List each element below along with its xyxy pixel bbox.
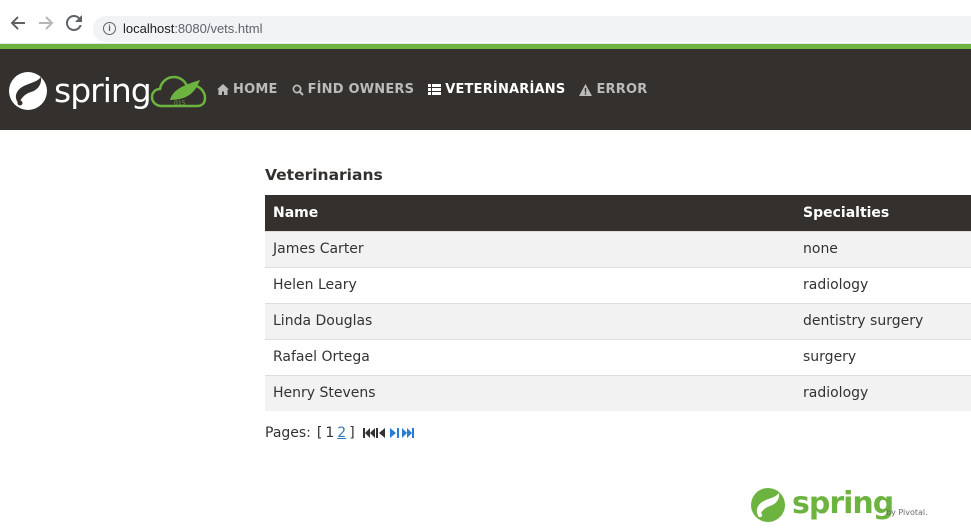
vet-name: Helen Leary	[265, 266, 795, 303]
table-row: Henry Stevens radiology	[265, 374, 971, 411]
footer-pivotal: by Pivotal.	[886, 508, 928, 517]
spring-leaf-icon	[9, 72, 47, 110]
forward-arrow-icon[interactable]	[37, 14, 55, 32]
nav-veterinarians[interactable]: VETERİNARİANS	[428, 82, 565, 97]
vet-name: Rafael Ortega	[265, 338, 795, 375]
address-url: localhost:8080/vets.html	[123, 21, 262, 36]
vet-specialties: radiology	[795, 266, 971, 303]
table-row: Rafael Ortega surgery	[265, 338, 971, 375]
footer-logo: spring by Pivotal.	[750, 486, 930, 526]
back-arrow-icon[interactable]	[9, 14, 27, 32]
nav-home[interactable]: HOME	[217, 82, 278, 97]
previous-page-icon	[375, 427, 388, 440]
nav-find-owners[interactable]: FİND OWNERS	[292, 82, 415, 97]
browser-toolbar: i localhost:8080/vets.html	[0, 0, 971, 44]
vet-name: Henry Stevens	[265, 374, 795, 411]
warning-icon	[579, 83, 593, 96]
brand-name: spring	[54, 71, 152, 110]
vets-table: Name Specialties James Carter none Helen…	[265, 195, 971, 411]
nav-error[interactable]: ERROR	[579, 82, 647, 97]
last-page-icon[interactable]	[401, 427, 414, 440]
pager-current-page: 1	[325, 425, 335, 441]
pagination: Pages: [ 1 2 ]	[265, 425, 971, 441]
nav-home-label: HOME	[233, 82, 278, 97]
table-row: James Carter none	[265, 230, 971, 267]
first-page-icon	[362, 427, 375, 440]
cloud-leaf-icon: 015	[150, 75, 207, 108]
navbar: spring 015 HOME FİND OWNERS VETERİNARİAN…	[0, 49, 971, 130]
vet-specialties: surgery	[795, 338, 971, 375]
vet-name: Linda Douglas	[265, 302, 795, 339]
nav-find-owners-label: FİND OWNERS	[307, 82, 415, 97]
list-icon	[428, 84, 442, 95]
table-row: Linda Douglas dentistry surgery	[265, 302, 971, 339]
brand-badge: 015	[174, 100, 186, 107]
header-specialties: Specialties	[795, 195, 971, 231]
vet-name: James Carter	[265, 230, 795, 267]
reload-icon[interactable]	[65, 14, 83, 32]
next-page-icon[interactable]	[389, 427, 401, 440]
pager-label: Pages:	[265, 425, 311, 441]
brand-logo[interactable]: spring 015	[8, 69, 208, 113]
footer-spring-leaf-icon	[751, 488, 785, 522]
pager-nav-icons	[362, 427, 415, 440]
home-icon	[217, 84, 229, 95]
nav-veterinarians-label: VETERİNARİANS	[445, 82, 566, 97]
url-path: :8080/vets.html	[174, 21, 263, 36]
header-name: Name	[265, 195, 795, 231]
pager-close-bracket: ]	[349, 425, 355, 441]
url-host: localhost	[123, 21, 175, 36]
info-icon[interactable]: i	[103, 22, 116, 35]
search-icon	[292, 84, 304, 96]
vet-specialties: dentistry surgery	[795, 302, 971, 339]
nav-menu: HOME FİND OWNERS VETERİNARİANS ERROR	[217, 49, 661, 130]
footer-brand-name: spring	[792, 486, 894, 521]
address-bar[interactable]: i localhost:8080/vets.html	[93, 16, 971, 42]
vet-specialties: radiology	[795, 374, 971, 411]
table-row: Helen Leary radiology	[265, 266, 971, 303]
nav-error-label: ERROR	[596, 82, 648, 97]
pager-open-bracket: [	[316, 425, 323, 441]
table-header-row: Name Specialties	[265, 195, 971, 231]
main-content: Veterinarians Name Specialties James Car…	[265, 160, 971, 441]
vet-specialties: none	[795, 230, 971, 267]
page-title: Veterinarians	[265, 166, 383, 184]
pager-page-2-link[interactable]: 2	[337, 425, 346, 441]
